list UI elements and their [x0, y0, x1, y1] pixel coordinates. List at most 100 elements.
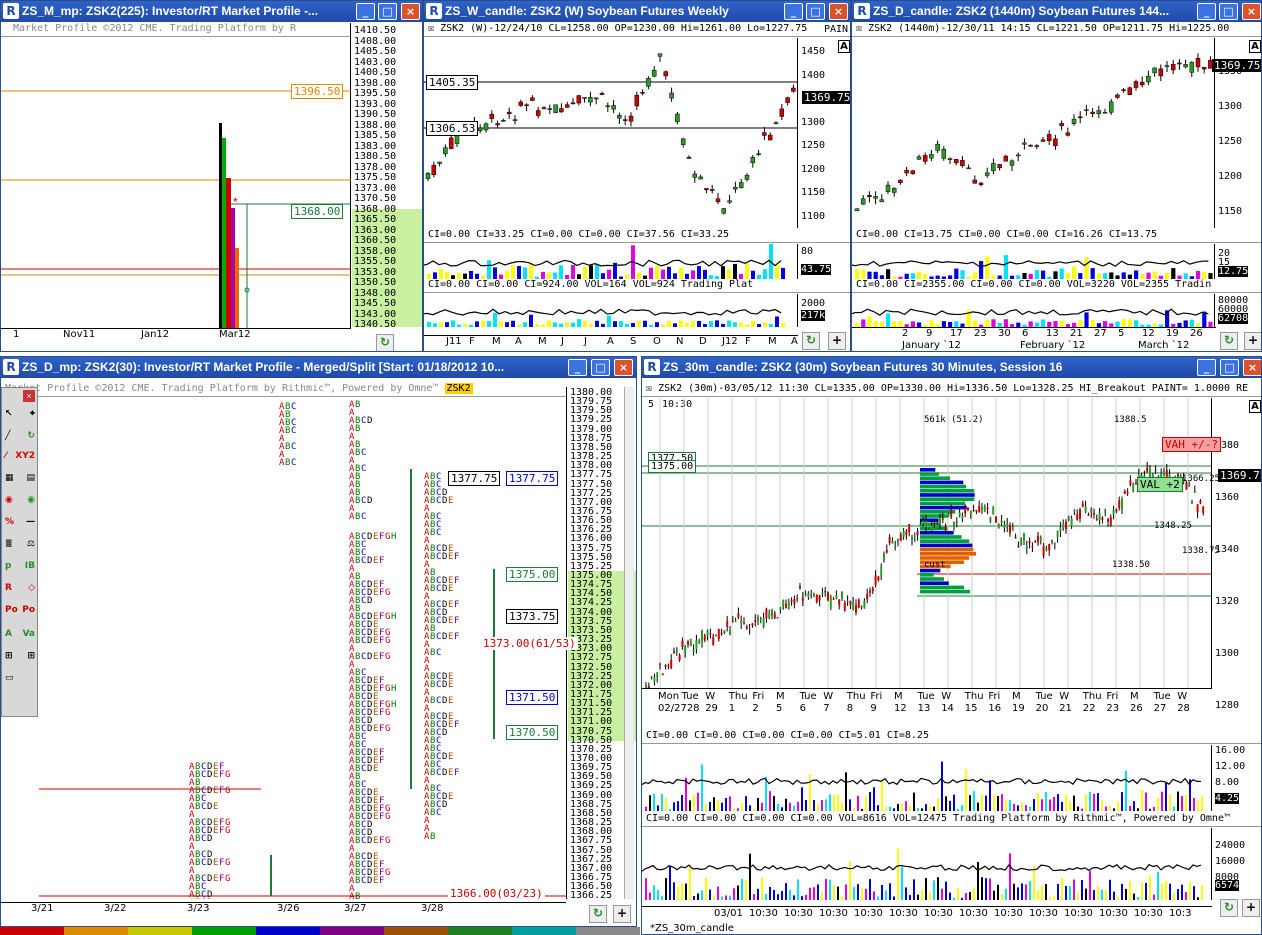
indicator-bar — [1121, 272, 1126, 279]
tool-text[interactable]: ⁄ XY2 — [3, 446, 37, 466]
refresh-button[interactable]: ↻ — [802, 332, 820, 350]
indicator-bar — [547, 320, 551, 327]
close-x-icon[interactable]: ☒ — [856, 23, 862, 34]
candle — [933, 522, 936, 524]
add-button[interactable]: + — [1242, 899, 1260, 917]
tpo-letter: B — [195, 858, 200, 868]
indicator-bar — [797, 801, 799, 811]
candle — [1087, 514, 1090, 516]
day-label: 27 — [1094, 328, 1107, 339]
indicator-bar — [873, 787, 875, 811]
tpo-letter: G — [225, 826, 230, 836]
day-name-label: Fri — [870, 691, 883, 702]
indicator-bar — [909, 895, 911, 900]
tool-grid[interactable]: ▦ ▤ — [3, 468, 37, 488]
indicator-bar — [685, 322, 689, 327]
window-title: ZS_30m_candle: ZSK2 (30m) Soybean Future… — [663, 360, 1063, 374]
title-bar[interactable]: R ZS_D_mp: ZSK2(30): Investor/RT Market … — [1, 357, 636, 378]
maximize-button[interactable]: □ — [1219, 3, 1238, 20]
candle — [751, 623, 754, 626]
tool-ib[interactable]: p IB — [3, 556, 37, 576]
close-button[interactable]: × — [1243, 359, 1261, 376]
maximize-button[interactable]: □ — [806, 3, 825, 20]
title-bar[interactable]: R ZS_D_candle: ZSK2 (1440m) Soybean Futu… — [852, 1, 1261, 22]
autoscale-button[interactable]: A — [1249, 400, 1261, 413]
tool-line[interactable]: ╱ ↻ — [3, 426, 37, 446]
window-tab[interactable]: *ZS_30m_candle — [650, 923, 734, 934]
refresh-button[interactable]: ↻ — [1220, 899, 1238, 917]
tool-levels[interactable]: ≣ ⚖ — [3, 534, 37, 554]
indicator-bar — [1090, 268, 1095, 279]
candle — [866, 593, 869, 600]
indicator-bar — [855, 269, 860, 279]
add-button[interactable]: + — [613, 905, 631, 923]
tpo-letter: F — [379, 684, 384, 694]
tool-end[interactable]: ▭ — [3, 668, 37, 688]
poc-tag: 1373.00(61/53) — [481, 637, 578, 650]
refresh-button[interactable]: ↻ — [1220, 332, 1238, 350]
tool-va[interactable]: A Va — [3, 624, 37, 644]
price-tick: 1390.50 — [354, 109, 397, 120]
scrollbar[interactable] — [624, 387, 634, 899]
minimize-button[interactable]: _ — [1197, 3, 1216, 20]
candle — [832, 598, 835, 600]
autoscale-button[interactable]: A — [1249, 40, 1261, 53]
close-x-icon[interactable]: ☒ — [428, 23, 434, 34]
toolbar-close-icon[interactable]: × — [23, 390, 35, 402]
candle — [1045, 548, 1048, 551]
level-label-1338-75: 1338.75 — [1182, 546, 1220, 556]
window-zs-d-candle[interactable]: R ZS_D_candle: ZSK2 (1440m) Soybean Futu… — [851, 0, 1262, 352]
candle — [767, 134, 773, 141]
indicator-bar — [645, 806, 647, 811]
day-name-label: Fri — [988, 691, 1001, 702]
window-zs-w-candle[interactable]: R ZS_W_candle: ZSK2 (W) Soybean Futures … — [423, 0, 851, 352]
title-bar[interactable]: R ZS_W_candle: ZSK2 (W) Soybean Futures … — [424, 1, 850, 22]
minimize-button[interactable]: _ — [1197, 359, 1216, 376]
maximize-button[interactable]: □ — [1220, 359, 1239, 376]
tool-range[interactable]: R ◇ — [3, 578, 37, 598]
minimize-button[interactable]: _ — [568, 359, 587, 376]
indicator-bar — [669, 866, 671, 900]
indicator-bar — [861, 319, 866, 327]
tool-fib[interactable]: % — — [3, 512, 37, 532]
tool-colors[interactable]: ◉ ◉ — [3, 490, 37, 510]
title-bar[interactable]: R ZS_30m_candle: ZSK2 (30m) Soybean Futu… — [642, 357, 1261, 378]
close-button[interactable]: × — [1242, 3, 1261, 20]
minimize-button[interactable]: _ — [784, 3, 803, 20]
add-button[interactable]: + — [1244, 332, 1261, 350]
tool-pointer[interactable]: ↖ ⌖ — [3, 404, 37, 424]
chart-subtitle: Market Profile ©2012 CME. Trading Platfo… — [1, 23, 351, 37]
indicator-bar — [813, 799, 815, 811]
volume-profile-bar — [920, 573, 934, 577]
refresh-button[interactable]: ↻ — [589, 905, 607, 923]
window-zs-m-mp[interactable]: R ZS_M_mp: ZSK2(225): Investor/RT Market… — [0, 0, 423, 352]
candle — [659, 663, 661, 665]
candle — [1040, 139, 1046, 142]
refresh-button[interactable]: ↻ — [376, 334, 394, 351]
close-button[interactable]: × — [614, 359, 633, 376]
add-button[interactable]: + — [828, 332, 846, 350]
maximize-button[interactable]: □ — [378, 3, 397, 20]
window-zs-d-mp[interactable]: R ZS_D_mp: ZSK2(30): Investor/RT Market … — [0, 356, 637, 927]
close-button[interactable]: × — [401, 3, 420, 20]
title-bar[interactable]: R ZS_M_mp: ZSK2(225): Investor/RT Market… — [1, 1, 422, 22]
indicator-bar — [607, 315, 611, 327]
autoscale-button[interactable]: A — [838, 40, 850, 53]
minimize-button[interactable]: _ — [356, 3, 375, 20]
close-button[interactable]: × — [829, 3, 848, 20]
maximize-button[interactable]: □ — [591, 359, 610, 376]
candle — [1017, 545, 1020, 547]
value-area-high-tag: 1375.00 — [506, 567, 559, 582]
tool-misc[interactable]: ⊞ ⊞ — [3, 646, 37, 666]
candle — [1084, 506, 1087, 512]
window-zs-30m-candle[interactable]: R ZS_30m_candle: ZSK2 (30m) Soybean Futu… — [641, 356, 1262, 935]
level-upper: 1405.35 — [426, 75, 479, 90]
candle — [695, 640, 698, 650]
price-tick: 1368.00 — [354, 203, 397, 215]
indicator-bar — [673, 323, 677, 327]
close-x-icon[interactable]: ☒ — [646, 383, 652, 394]
candle — [564, 104, 570, 108]
indicator-bar — [1177, 791, 1179, 811]
tool-poc[interactable]: Po Po — [3, 600, 37, 620]
month-label: D — [699, 336, 707, 347]
